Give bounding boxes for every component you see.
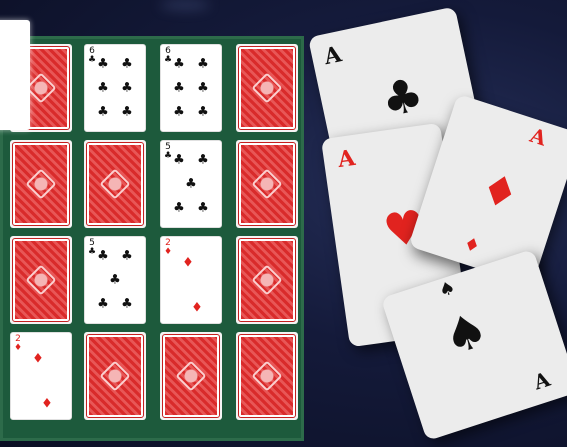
card-rank: A: [530, 366, 553, 395]
clubs-pip-icon: ♣: [173, 56, 185, 72]
clubs-pip-icon: ♣: [97, 56, 109, 72]
card-face-down[interactable]: [236, 140, 298, 228]
card-rank: A: [321, 41, 344, 71]
card-corner-index: 2 ♦: [164, 239, 172, 257]
clubs-pip-icon: ♣: [197, 200, 209, 216]
card-back-pattern: [12, 238, 70, 322]
diamonds-icon: ♦: [460, 233, 483, 258]
card-face-up[interactable]: 6 ♣ ♣ ♣ ♣ ♣ ♣ ♣: [160, 44, 222, 132]
diamonds-pip-icon: ♦: [182, 255, 194, 271]
clubs-pip-icon: ♣: [97, 248, 109, 264]
card-back-pattern: [162, 334, 220, 418]
clubs-suit-icon: ♣: [164, 55, 173, 65]
card-corner-index: 2 ♦: [14, 335, 22, 353]
clubs-pip-icon: ♣: [97, 296, 109, 312]
card-corner-index: 5 ♣: [88, 239, 96, 257]
clubs-suit-icon: ♣: [88, 55, 97, 65]
title-letter-fragment: [0, 20, 30, 130]
card-face-down[interactable]: [160, 332, 222, 420]
card-rank: A: [336, 144, 357, 174]
clubs-pip-icon: ♣: [185, 176, 197, 192]
clubs-pip-icon: ♣: [173, 80, 185, 96]
diamonds-suit-icon: ♦: [164, 247, 173, 257]
card-face-up[interactable]: 2 ♦ ♦ ♦: [160, 236, 222, 324]
card-back-pattern: [86, 142, 144, 226]
card-corner-index: 6 ♣: [164, 47, 172, 65]
card-rank: A: [527, 122, 550, 151]
clubs-pip-icon: ♣: [109, 272, 121, 288]
card-back-pattern: [86, 334, 144, 418]
diamonds-pip-icon: ♦: [191, 300, 203, 316]
clubs-pip-icon: ♣: [97, 104, 109, 120]
card-face-up[interactable]: 5 ♣ ♣ ♣ ♣ ♣ ♣: [84, 236, 146, 324]
clubs-pip-icon: ♣: [197, 56, 209, 72]
clubs-pip-icon: ♣: [97, 80, 109, 96]
diamonds-icon: ♦: [474, 162, 526, 221]
card-face-down[interactable]: [10, 236, 72, 324]
clubs-pip-icon: ♣: [121, 56, 133, 72]
card-face-down[interactable]: [236, 236, 298, 324]
card-face-down[interactable]: [236, 44, 298, 132]
clubs-suit-icon: ♣: [88, 247, 97, 257]
card-back-pattern: [238, 46, 296, 130]
card-back-pattern: [238, 142, 296, 226]
clubs-pip-icon: ♣: [197, 104, 209, 120]
clubs-pip-icon: ♣: [121, 104, 133, 120]
clubs-pip-icon: ♣: [121, 296, 133, 312]
card-corner-index: 6 ♣: [88, 47, 96, 65]
clubs-icon: ♣: [376, 66, 429, 128]
clubs-suit-icon: ♣: [164, 151, 173, 161]
card-back-pattern: [12, 142, 70, 226]
clubs-pip-icon: ♣: [121, 80, 133, 96]
spades-icon: ♠: [436, 276, 459, 302]
clubs-pip-icon: ♣: [197, 152, 209, 168]
clubs-pip-icon: ♣: [121, 248, 133, 264]
spades-icon: ♠: [436, 300, 495, 368]
card-face-up[interactable]: 2 ♦ ♦ ♦: [10, 332, 72, 420]
background-glow: [160, 0, 210, 10]
clubs-pip-icon: ♣: [197, 80, 209, 96]
card-back-pattern: [238, 238, 296, 322]
card-face-up[interactable]: 6 ♣ ♣ ♣ ♣ ♣ ♣ ♣: [84, 44, 146, 132]
game-board: 6 ♣ ♣ ♣ ♣ ♣ ♣ ♣ 6 ♣ ♣ ♣ ♣ ♣ ♣ ♣ 5 ♣ ♣ ♣ ♣ ♣ ♣ 5 ♣ ♣ ♣ ♣ ♣ ♣ 2 ♦ ♦ ♦ 2 ♦ ♦ ♦: [0, 36, 304, 441]
diamonds-pip-icon: ♦: [41, 396, 53, 412]
clubs-pip-icon: ♣: [173, 152, 185, 168]
card-corner-index: 5 ♣: [164, 143, 172, 161]
card-back-pattern: [238, 334, 296, 418]
clubs-pip-icon: ♣: [173, 104, 185, 120]
card-face-down[interactable]: [84, 332, 146, 420]
card-face-up[interactable]: 5 ♣ ♣ ♣ ♣ ♣ ♣: [160, 140, 222, 228]
diamonds-pip-icon: ♦: [32, 351, 44, 367]
card-face-down[interactable]: [84, 140, 146, 228]
card-face-down[interactable]: [236, 332, 298, 420]
diamonds-suit-icon: ♦: [14, 343, 23, 353]
card-face-down[interactable]: [10, 140, 72, 228]
clubs-pip-icon: ♣: [173, 200, 185, 216]
